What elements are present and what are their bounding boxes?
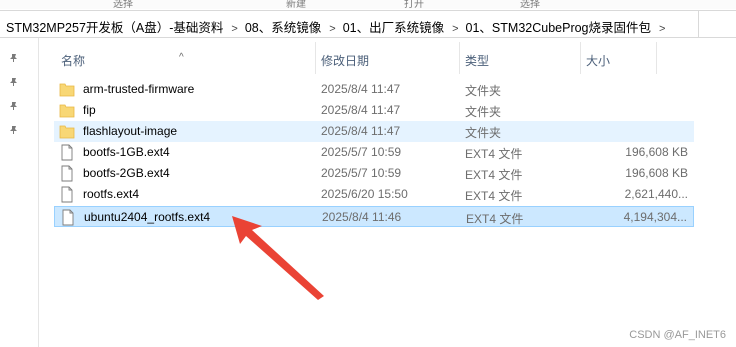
- annotation-arrow: [232, 216, 324, 300]
- arrow-shape: [232, 216, 324, 300]
- watermark: CSDN @AF_INET6: [629, 329, 726, 341]
